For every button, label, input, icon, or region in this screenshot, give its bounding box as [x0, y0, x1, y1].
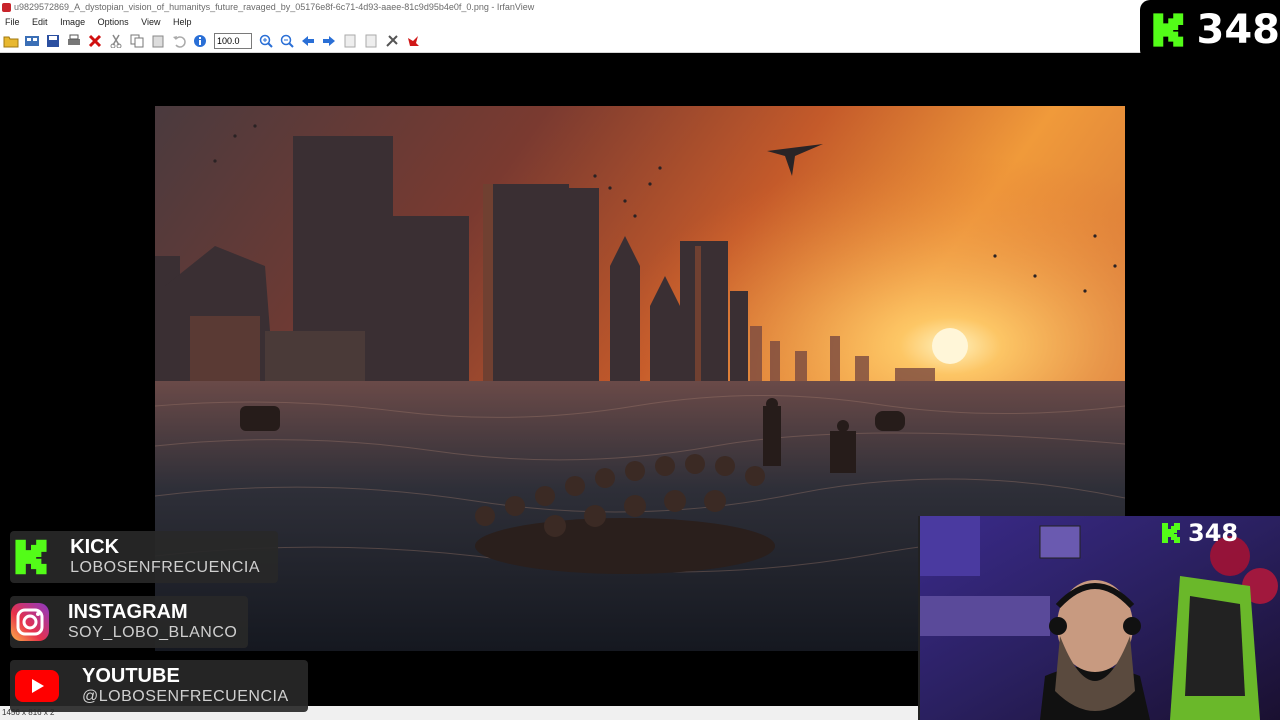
next-icon[interactable] [320, 32, 338, 50]
print-icon[interactable] [65, 32, 83, 50]
menu-help[interactable]: Help [168, 15, 197, 29]
irfanview-icon[interactable] [404, 32, 422, 50]
undo-icon[interactable] [170, 32, 188, 50]
social-name: INSTAGRAM [68, 601, 188, 623]
kick-follower-counter: 348 [1140, 0, 1280, 60]
info-icon[interactable] [191, 32, 209, 50]
menu-view[interactable]: View [136, 15, 165, 29]
save-icon[interactable] [44, 32, 62, 50]
open-folder-icon[interactable] [2, 32, 20, 50]
settings-icon[interactable] [383, 32, 401, 50]
instagram-logo-icon [10, 596, 50, 648]
menu-file[interactable]: File [0, 15, 25, 29]
kick-follower-count: 348 [1196, 7, 1280, 53]
social-name: YOUTUBE [82, 665, 180, 687]
kick-follower-count-cam: 348 [1188, 519, 1239, 547]
menu-edit[interactable]: Edit [27, 15, 53, 29]
social-handle: SOY_LOBO_BLANCO [68, 624, 238, 641]
toolbar [0, 29, 1280, 53]
cut-icon[interactable] [107, 32, 125, 50]
zoom-input[interactable] [214, 32, 252, 49]
social-handle: LOBOSENFRECUENCIA [70, 559, 260, 576]
kick-logo-icon [10, 531, 52, 583]
window-title-bar: u9829572869_A_dystopian_vision_of_humani… [0, 0, 1280, 15]
social-panel-kick: KICK LOBOSENFRECUENCIA [10, 531, 278, 583]
kick-follower-counter-cam: 348 [1150, 518, 1280, 548]
menu-image[interactable]: Image [55, 15, 90, 29]
kick-logo-icon [1153, 13, 1184, 47]
menu-options[interactable]: Options [93, 15, 134, 29]
first-page-icon[interactable] [341, 32, 359, 50]
social-panel-instagram: INSTAGRAM SOY_LOBO_BLANCO [10, 596, 248, 648]
window-title: u9829572869_A_dystopian_vision_of_humani… [14, 2, 535, 12]
zoom-out-icon[interactable] [278, 32, 296, 50]
social-name: KICK [70, 536, 120, 558]
social-handle: @LOBOSENFRECUENCIA [82, 688, 289, 705]
previous-icon[interactable] [299, 32, 317, 50]
delete-icon[interactable] [86, 32, 104, 50]
paste-icon[interactable] [149, 32, 167, 50]
copy-icon[interactable] [128, 32, 146, 50]
zoom-in-icon[interactable] [257, 32, 275, 50]
kick-logo-icon [1162, 523, 1180, 543]
last-page-icon[interactable] [362, 32, 380, 50]
irfanview-app-icon [2, 3, 11, 12]
youtube-logo-icon [10, 660, 64, 712]
thumbnails-icon[interactable] [23, 32, 41, 50]
social-panel-youtube: YOUTUBE @LOBOSENFRECUENCIA [10, 660, 308, 712]
menu-bar: File Edit Image Options View Help [0, 15, 1280, 29]
